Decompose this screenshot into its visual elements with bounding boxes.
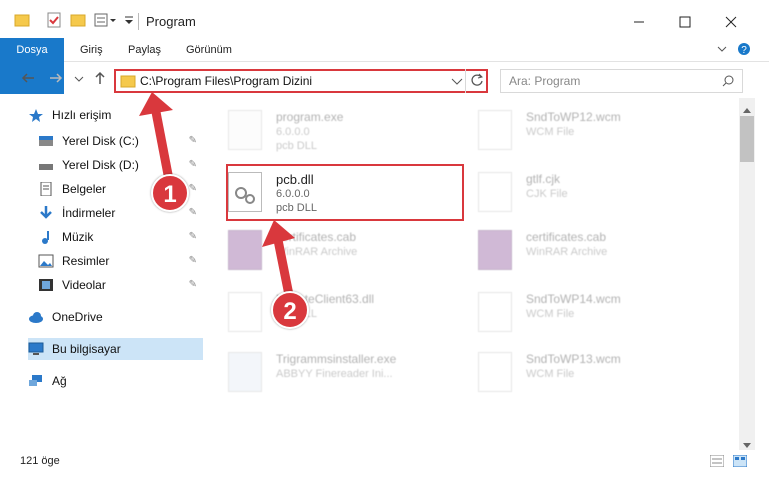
step-callout-1: 1 xyxy=(151,174,189,212)
step-callout-2: 2 xyxy=(271,291,309,329)
annotation-arrows xyxy=(139,92,295,301)
